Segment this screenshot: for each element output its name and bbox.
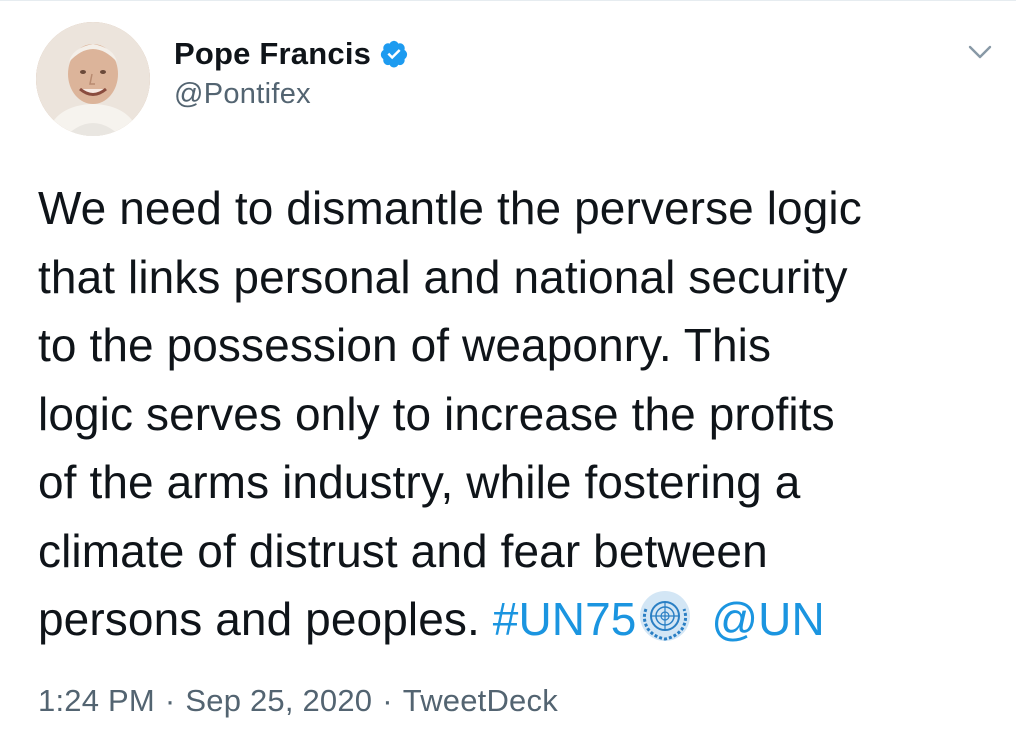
name-row: Pope Francis (174, 34, 409, 74)
chevron-down-icon[interactable] (964, 36, 996, 68)
tweet-header: Pope Francis @Pontifex (36, 22, 996, 138)
tweet-card: Pope Francis @Pontifex We need to disman… (0, 0, 1016, 750)
meta-separator: · (164, 683, 176, 718)
un-emblem-icon[interactable] (638, 589, 692, 643)
tweet-source[interactable]: TweetDeck (403, 683, 558, 718)
tweet-text-line: climate of distrust and fear between (38, 524, 768, 577)
mention-link[interactable]: @UN (711, 593, 824, 645)
tweet-text-line: that links personal and national securit… (38, 250, 848, 303)
tweet-text-last-line: persons and peoples. #UN75 @UN (38, 585, 978, 654)
author-info: Pope Francis @Pontifex (174, 34, 409, 111)
display-name[interactable]: Pope Francis (174, 36, 371, 72)
avatar[interactable] (36, 22, 150, 136)
tweet-text: We need to dismantle the perverse logic … (38, 174, 978, 654)
divider (0, 0, 1016, 1)
tweet-time[interactable]: 1:24 PM (38, 683, 155, 718)
handle[interactable]: @Pontifex (174, 78, 409, 111)
hashtag-link[interactable]: #UN75 (493, 593, 637, 645)
verified-badge-icon (380, 40, 408, 68)
tweet-date[interactable]: Sep 25, 2020 (185, 683, 372, 718)
tweet-meta: 1:24 PM · Sep 25, 2020 · TweetDeck (38, 683, 558, 719)
tweet-text-line: logic serves only to increase the profit… (38, 387, 835, 440)
tweet-text-line: to the possession of weaponry. This (38, 319, 772, 371)
tweet-text-line: of the arms industry, while fostering a (38, 456, 801, 508)
tweet-text-line: We need to dismantle the perverse logic (38, 182, 862, 234)
avatar-portrait (36, 22, 150, 136)
meta-separator: · (382, 683, 393, 718)
tweet-text-line: persons and peoples. (38, 593, 480, 645)
